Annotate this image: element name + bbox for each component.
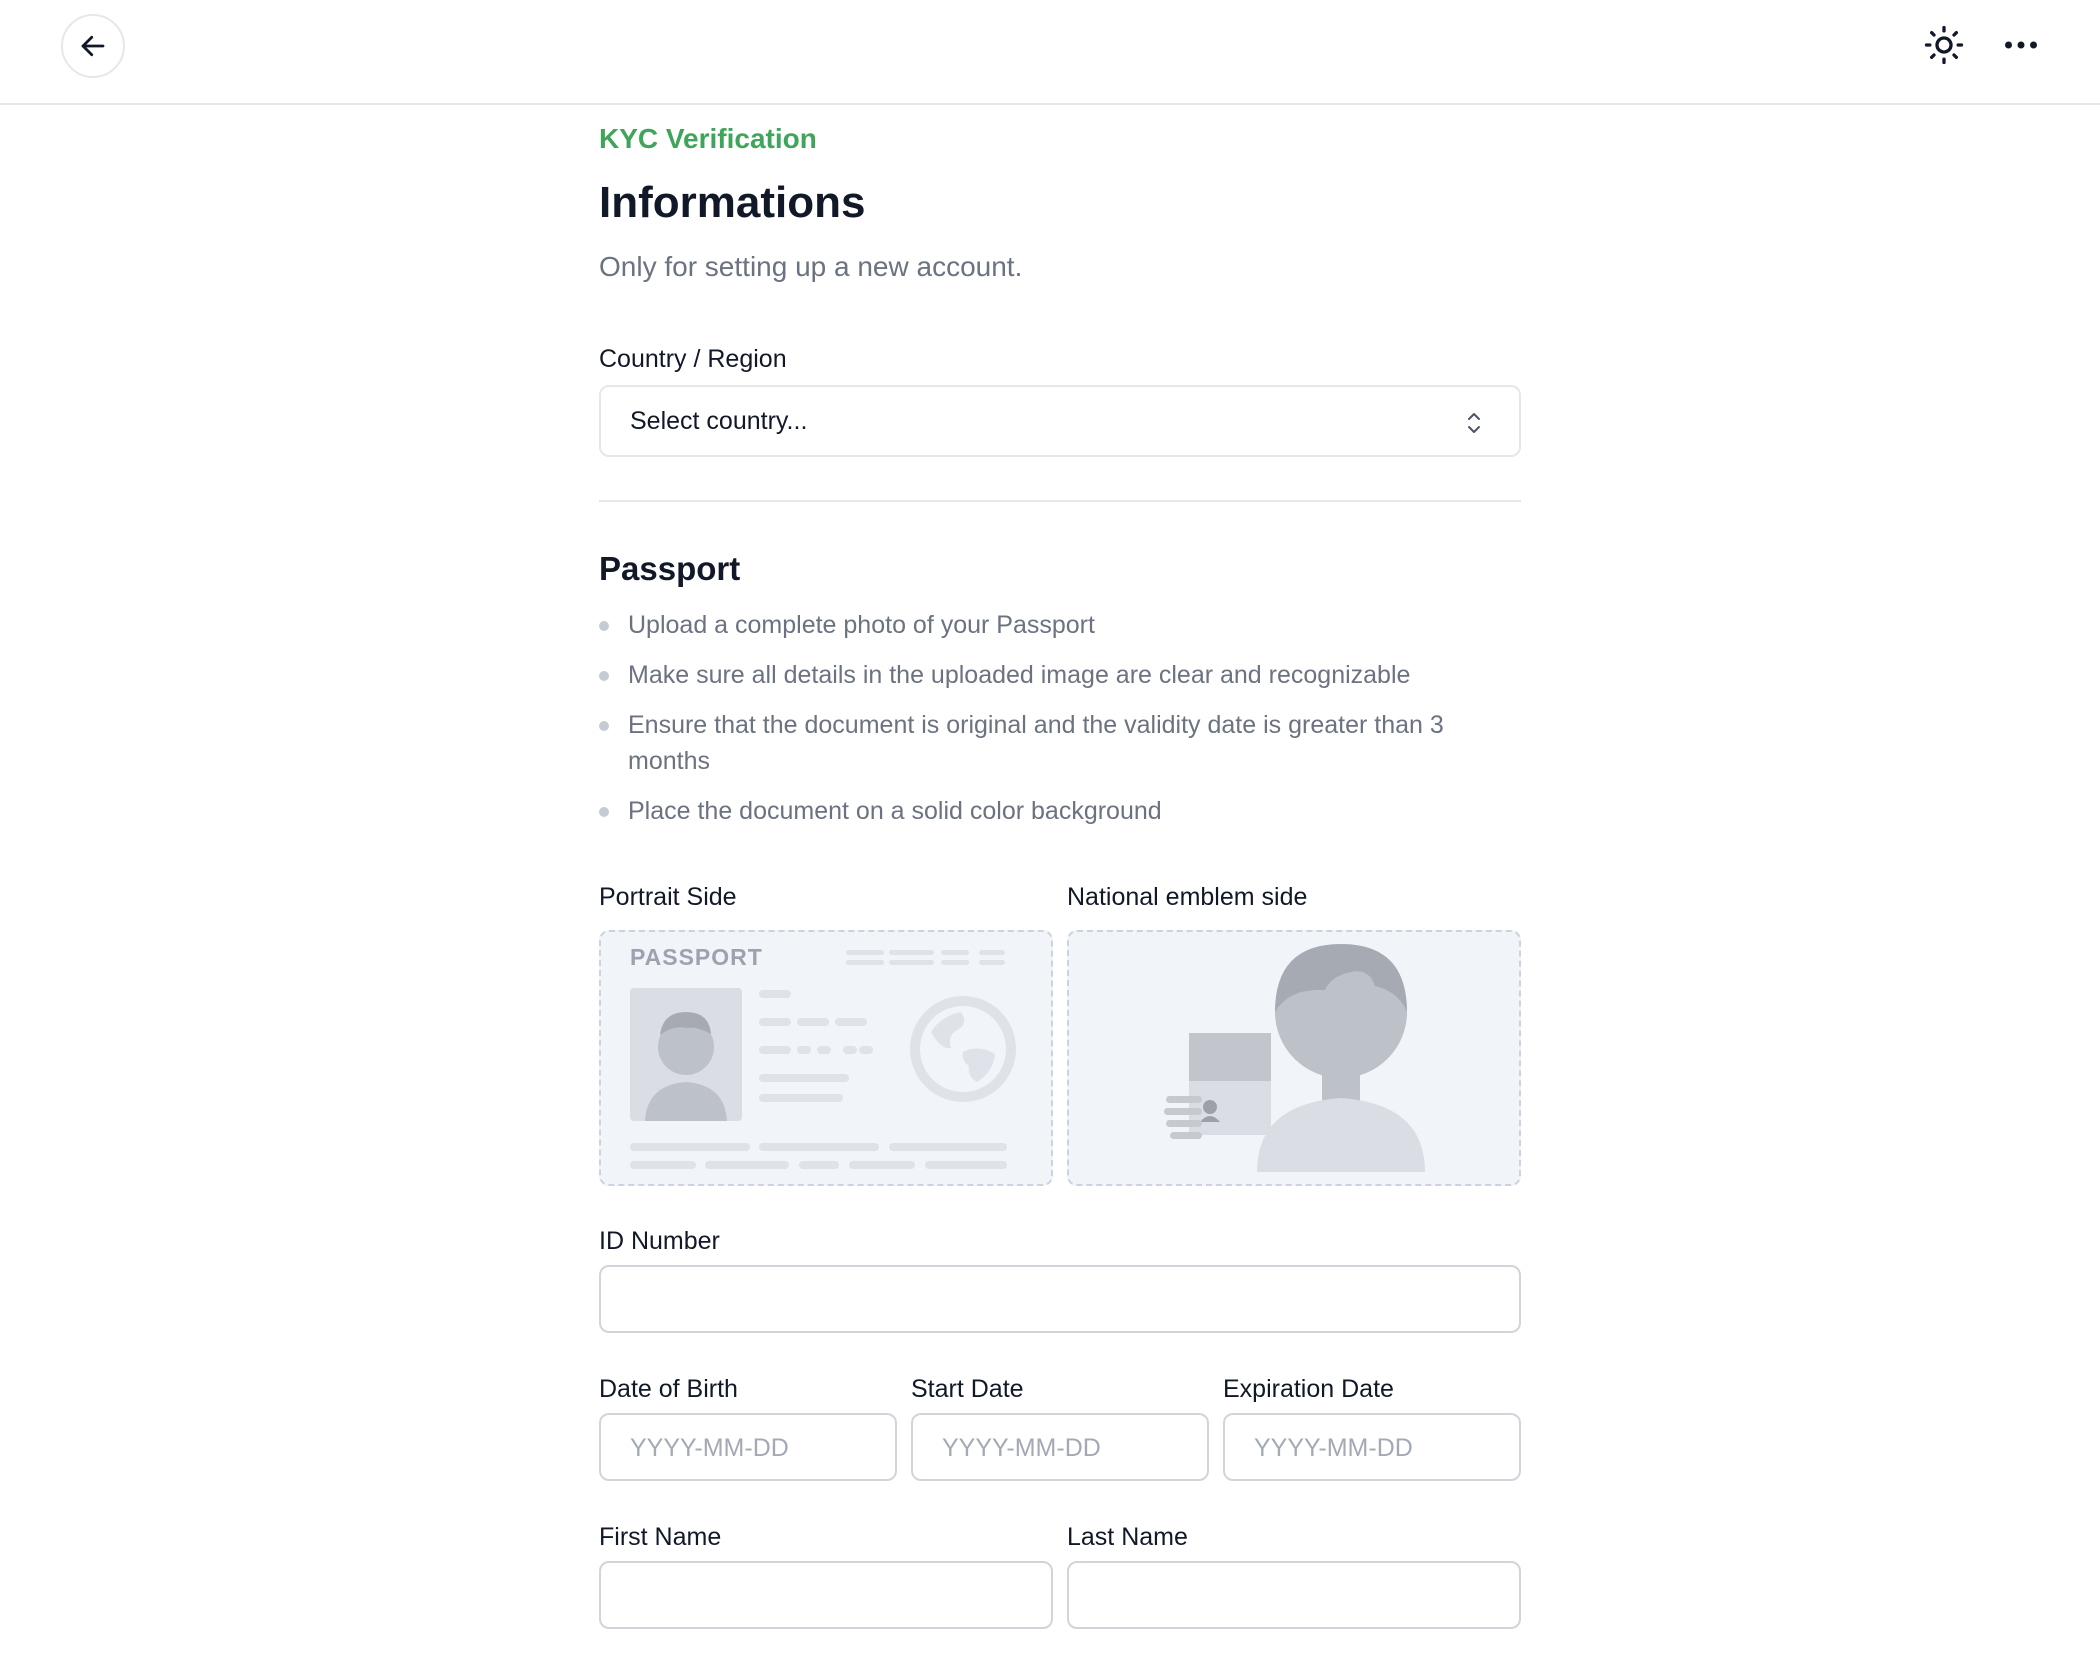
passport-rules-list: Upload a complete photo of your Passport… [599,607,1521,843]
start-date-label: Start Date [911,1375,1024,1403]
more-options-button[interactable] [1999,23,2043,67]
first-name-label: First Name [599,1523,722,1551]
id-number-input[interactable] [599,1265,1521,1333]
country-select[interactable]: Select country... [599,385,1521,457]
date-placeholder: YYYY-MM-DD [630,1434,789,1462]
page-title: Informations [599,178,866,227]
date-placeholder: YYYY-MM-DD [942,1434,1101,1462]
emblem-side-label: National emblem side [1067,883,1308,911]
expiration-date-input[interactable]: YYYY-MM-DD [1223,1413,1521,1481]
top-bar [0,0,2100,105]
list-item: Place the document on a solid color back… [599,793,1521,829]
divider [599,500,1521,502]
list-item: Make sure all details in the uploaded im… [599,657,1521,693]
country-label: Country / Region [599,345,787,373]
id-number-label: ID Number [599,1227,720,1255]
selfie-with-document-illustration [1164,944,1425,1172]
list-item: Ensure that the document is original and… [599,707,1521,779]
dob-input[interactable]: YYYY-MM-DD [599,1413,897,1481]
first-name-input[interactable] [599,1561,1053,1629]
dob-label: Date of Birth [599,1375,738,1403]
page-eyebrow: KYC Verification [599,123,817,154]
emblem-side-upload[interactable] [1067,930,1521,1186]
theme-toggle-button[interactable] [1922,23,1966,67]
portrait-side-upload[interactable]: PASSPORT [599,930,1053,1186]
date-placeholder: YYYY-MM-DD [1254,1434,1413,1462]
passport-illustration [630,950,1016,1169]
page-subtitle: Only for setting up a new account. [599,251,1023,282]
last-name-label: Last Name [1067,1523,1188,1551]
back-button[interactable] [61,14,125,78]
expiration-date-label: Expiration Date [1223,1375,1394,1403]
portrait-side-label: Portrait Side [599,883,737,911]
start-date-input[interactable]: YYYY-MM-DD [911,1413,1209,1481]
chevron-up-down-icon [1468,413,1480,433]
last-name-input[interactable] [1067,1561,1521,1629]
list-item: Upload a complete photo of your Passport [599,607,1521,643]
arrow-left-icon [81,35,105,57]
country-select-value: Select country... [630,407,808,435]
passport-section-title: Passport [599,550,741,587]
more-horizontal-icon [2005,41,2037,49]
sun-icon [1924,25,1964,65]
